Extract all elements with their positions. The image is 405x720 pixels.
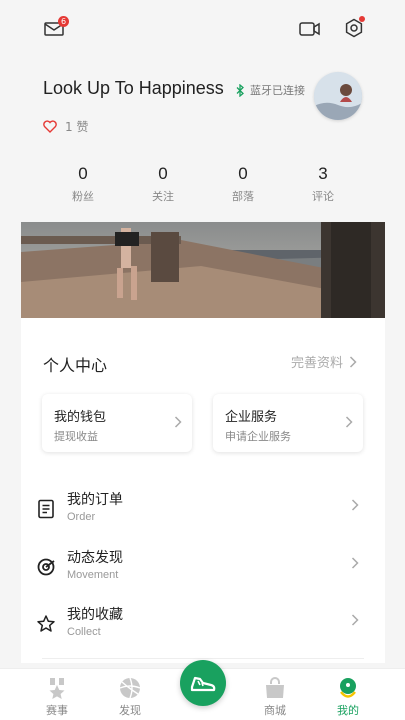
username: Look Up To Happiness [43, 78, 224, 98]
tab-discover[interactable]: 发现 [100, 669, 160, 720]
complete-profile-link[interactable]: 完善资料 [291, 352, 357, 371]
stat-tribe[interactable]: 0 部落 [213, 164, 273, 204]
run-shoe-icon [190, 676, 216, 692]
avatar-image [314, 72, 362, 120]
stat-label: 粉丝 [72, 190, 94, 203]
menu-item-title: 我的收藏 [67, 607, 123, 623]
tab-shop[interactable]: 商城 [245, 669, 305, 720]
stat-label: 评论 [312, 190, 334, 203]
enterprise-service-card[interactable]: 企业服务 申请企业服务 [213, 394, 363, 452]
tab-events[interactable]: 赛事 [27, 669, 87, 720]
complete-profile-label: 完善资料 [290, 356, 343, 371]
menu-item-collect[interactable]: 我的收藏 Collect [21, 600, 385, 650]
bluetooth-status-label: 蓝牙已连接 [250, 84, 305, 97]
mail-button[interactable]: 6 [42, 16, 69, 40]
menu-item-movement[interactable]: 动态发现 Movement [21, 543, 385, 593]
likes: 1 赞 [43, 118, 88, 135]
discover-icon [37, 558, 55, 576]
tab-label: 商城 [264, 704, 286, 717]
menu-item-subtitle: Movement [67, 569, 119, 581]
likes-count: 1 赞 [65, 120, 89, 134]
mail-badge: 6 [58, 16, 69, 27]
chevron-right-icon [345, 416, 353, 428]
medal-icon [49, 678, 65, 699]
chevron-right-icon [351, 499, 359, 511]
tab-mine[interactable]: 我的 [318, 669, 378, 720]
stat-value: 3 [318, 164, 328, 183]
bluetooth-status: 蓝牙已连接 [236, 82, 305, 98]
section-title: 个人中心 [43, 356, 108, 375]
menu-item-subtitle: Collect [67, 626, 101, 638]
enterprise-subtitle: 申请企业服务 [225, 430, 291, 443]
shop-bag-icon [266, 677, 284, 698]
order-icon [38, 499, 54, 519]
bluetooth-icon [236, 83, 244, 97]
stat-value: 0 [238, 164, 248, 183]
chevron-right-icon [174, 416, 182, 428]
tab-label: 赛事 [46, 704, 68, 717]
profile-header: 6 Look Up To Happiness 蓝牙已连接 1 赞 0 粉丝 0 … [0, 0, 405, 222]
stat-label: 关注 [152, 190, 174, 203]
menu-item-subtitle: Order [67, 511, 96, 523]
stat-following[interactable]: 0 关注 [133, 164, 193, 204]
menu-item-title: 动态发现 [67, 550, 123, 566]
stats-row: 0 粉丝 0 关注 0 部落 3 评论 [43, 164, 363, 208]
stat-label: 部落 [232, 190, 254, 203]
tab-label: 发现 [119, 704, 141, 717]
video-camera-icon [299, 22, 320, 36]
settings-notification-dot [359, 16, 365, 22]
compass-icon [119, 677, 141, 699]
profile-icon [340, 678, 356, 698]
heart-icon [43, 120, 57, 133]
stat-comments[interactable]: 3 评论 [293, 164, 353, 204]
enterprise-title: 企业服务 [225, 410, 278, 425]
divider [42, 658, 364, 659]
wallet-subtitle: 提现收益 [54, 430, 98, 443]
chevron-right-icon [351, 614, 359, 626]
personal-center-card: 个人中心 完善资料 我的钱包 提现收益 企业服务 申请企业服务 我的订单 Ord… [21, 318, 385, 663]
wallet-card[interactable]: 我的钱包 提现收益 [42, 394, 192, 452]
menu-item-title: 我的订单 [67, 492, 123, 508]
chevron-right-icon [351, 557, 359, 569]
chevron-right-icon [349, 355, 357, 368]
wallet-title: 我的钱包 [54, 410, 107, 425]
star-icon [37, 615, 55, 632]
settings-button[interactable] [342, 16, 366, 40]
stat-fans[interactable]: 0 粉丝 [53, 164, 113, 204]
avatar[interactable] [314, 72, 362, 120]
stat-value: 0 [158, 164, 168, 183]
banner-image[interactable] [21, 222, 385, 318]
stat-value: 0 [78, 164, 88, 183]
menu-item-order[interactable]: 我的订单 Order [21, 485, 385, 535]
tab-label: 我的 [337, 704, 359, 717]
start-run-button[interactable] [180, 660, 226, 706]
video-button[interactable] [298, 18, 322, 40]
